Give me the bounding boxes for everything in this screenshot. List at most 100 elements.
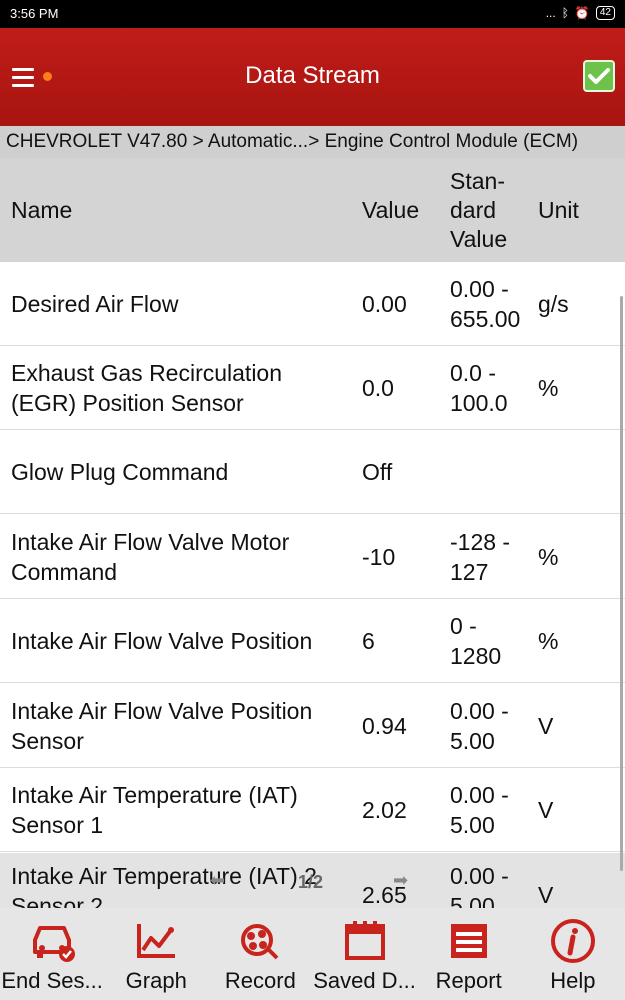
row-name: Intake Air Flow Valve Position Sensor (11, 684, 356, 768)
row-name-line1: Intake Air Flow Valve Position (11, 628, 313, 654)
graph-button[interactable]: Graph (104, 908, 208, 1000)
table-row[interactable]: Exhaust Gas Recirculation (EGR) Position … (0, 346, 625, 430)
row-standard: 0.00 - 655.00 (450, 262, 532, 346)
status-icons: ... ᛒ ⏰ 42 (546, 6, 615, 20)
scrollbar[interactable] (620, 296, 623, 871)
row-name-line1: Exhaust Gas Recirculation (11, 360, 283, 386)
graph-icon (137, 924, 176, 958)
row-standard-line2: 1280 (450, 643, 502, 669)
row-unit: g/s (538, 291, 569, 317)
next-page-icon[interactable]: ➡ (393, 870, 408, 891)
row-unit: V (538, 713, 554, 739)
row-value: 6 (362, 628, 375, 654)
row-name: Glow Plug Command (11, 430, 356, 514)
row-standard-line2: 5.00 (450, 812, 495, 838)
row-name: Intake Air Flow Valve Position (11, 599, 356, 683)
row-name-line1: Intake Air Flow Valve Motor (11, 529, 290, 555)
row-standard-line1: 0.00 - (450, 698, 509, 724)
row-value: -10 (362, 544, 396, 570)
table-row[interactable]: Intake Air Flow Valve Position Sensor 0.9… (0, 684, 625, 768)
row-name-line2: (EGR) Position Sensor (11, 390, 244, 416)
row-standard-line1: 0.00 - (450, 276, 509, 302)
row-standard-line2: 127 (450, 559, 489, 585)
table-row[interactable]: Intake Air Flow Valve Position 6 0 - 1280… (0, 599, 625, 683)
nav-label: Record (224, 968, 296, 993)
battery-icon: 42 (595, 6, 615, 20)
row-standard-line2: 5.00 (450, 893, 495, 908)
row-name-line1: Glow Plug Command (11, 459, 229, 485)
row-standard: 0.00 - 5.00 (450, 684, 532, 768)
table-row[interactable]: Desired Air Flow 0.00 0.00 - 655.00 g/s (0, 262, 625, 346)
row-value: 0.00 (362, 291, 407, 317)
nav-label: Graph (125, 968, 187, 993)
row-standard: 0.0 - 100.0 (450, 346, 532, 430)
table-row[interactable]: Glow Plug Command Off (0, 430, 625, 514)
header-standard-line1: Stan- (450, 168, 505, 194)
row-name: Desired Air Flow (11, 262, 356, 346)
header-unit: Unit (538, 197, 579, 223)
row-standard-line2: 5.00 (450, 728, 495, 754)
data-stream-list[interactable]: Desired Air Flow 0.00 0.00 -655.00 g/s E… (0, 262, 625, 908)
row-standard-line1: -128 - (450, 529, 511, 555)
nav-label: End Ses... (1, 968, 103, 993)
status-time: 3:56 PM (10, 6, 59, 21)
table-row[interactable]: Intake Air Temperature (IAT) Sensor 1 2.0… (0, 768, 625, 852)
calendar-icon (344, 921, 385, 960)
row-name-line2: Command (11, 559, 118, 585)
row-unit: V (538, 797, 554, 823)
row-name: Intake Air Flow Valve Motor Command (11, 515, 356, 599)
app-bar: Data Stream (0, 28, 625, 126)
report-icon (450, 924, 487, 958)
row-unit: % (538, 544, 559, 570)
row-standard-line1: 0.0 - (450, 360, 497, 386)
bottom-toolbar: End Ses... Graph Record Saved D... Repor… (0, 908, 625, 1000)
row-standard-line2: 655.00 (450, 306, 521, 332)
select-all-checkbox[interactable] (583, 60, 615, 92)
row-name-line1: Desired Air Flow (11, 291, 179, 317)
header-standard-line2: dard (450, 197, 497, 223)
row-value: 0.94 (362, 713, 407, 739)
status-bar: 3:56 PM ... ᛒ ⏰ 42 (0, 0, 625, 28)
row-name: Exhaust Gas Recirculation (EGR) Position … (11, 346, 356, 430)
record-button[interactable]: Record (208, 908, 312, 1000)
alarm-icon: ⏰ (574, 6, 590, 20)
row-standard: 0.00 - 5.00 (450, 768, 532, 852)
nav-label: Help (550, 968, 596, 993)
row-unit: V (538, 882, 554, 908)
row-value: Off (362, 459, 393, 485)
breadcrumb: CHEVROLET V47.80 > Automatic...> Engine … (0, 126, 625, 158)
nav-label: Report (435, 968, 502, 993)
row-name: Intake Air Temperature (IAT) Sensor 1 (11, 768, 356, 852)
row-name-line1: Intake Air Temperature (IAT) 2 (11, 863, 317, 889)
row-standard: 0 - 1280 (450, 599, 532, 683)
header-name: Name (11, 197, 73, 223)
record-icon (241, 924, 279, 960)
row-unit: % (538, 628, 559, 654)
nav-label: Saved D... (313, 968, 416, 993)
header-background (0, 158, 625, 262)
end-session-button[interactable]: End Ses... (0, 908, 104, 1000)
row-unit (538, 430, 598, 514)
row-name-line2: Sensor 1 (11, 812, 104, 838)
row-standard-line1: 0.00 - (450, 782, 509, 808)
previous-page-icon[interactable]: ⬅ (210, 870, 225, 891)
row-unit: % (538, 375, 559, 401)
table-header: Name Value Stan- dard Value Unit (0, 158, 625, 262)
row-name-line2: Sensor (11, 728, 84, 754)
report-button[interactable]: Report (417, 908, 521, 1000)
bluetooth-icon: ᛒ (561, 6, 569, 20)
header-standard-line3: Value (450, 226, 508, 252)
help-icon (550, 919, 595, 963)
table-row[interactable]: Intake Air Flow Valve Motor Command -10 -… (0, 515, 625, 599)
row-standard-line1: 0.00 - (450, 863, 509, 889)
row-name-line1: Intake Air Flow Valve Position (11, 698, 313, 724)
row-standard-line1: 0 - (450, 613, 477, 639)
checkmark-icon (588, 68, 610, 84)
row-value: 2.02 (362, 797, 407, 823)
row-standard (450, 430, 532, 514)
page-indicator: 1/2 (298, 872, 324, 892)
row-standard: 0.00 - 5.00 (450, 853, 532, 908)
saved-data-button[interactable]: Saved D... (312, 908, 416, 1000)
help-button[interactable]: Help (521, 908, 625, 1000)
row-value: 0.0 (362, 375, 394, 401)
